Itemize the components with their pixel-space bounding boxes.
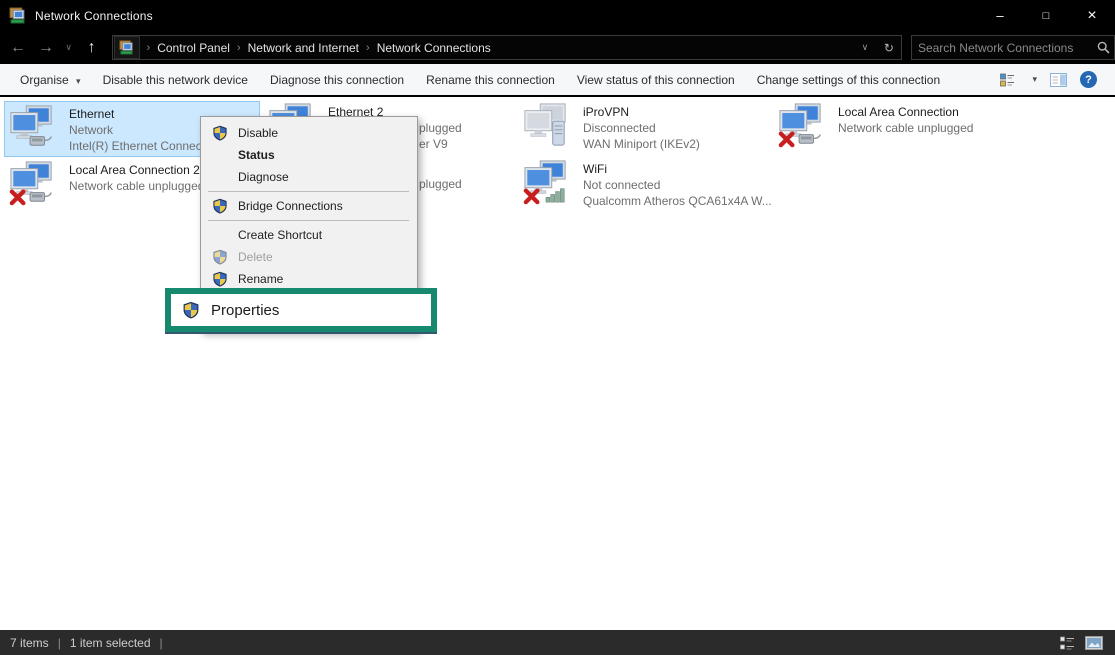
items-count: 7 items [10, 636, 49, 650]
menu-item-create-shortcut[interactable]: Create Shortcut [201, 224, 417, 246]
minimize-button[interactable]: – [977, 0, 1023, 31]
crumb-separator-icon: › [230, 42, 248, 54]
connection-tile-iprovpn[interactable]: iProVPN Disconnected WAN Miniport (IKEv2… [523, 102, 773, 152]
connection-name: iProVPN [583, 104, 700, 120]
forward-button[interactable]: → [32, 39, 60, 57]
status-bar: 7 items | 1 item selected | [0, 630, 1115, 655]
connection-device: Intel(R) Ethernet Connect [69, 138, 205, 154]
search-input[interactable] [912, 41, 1092, 55]
breadcrumb-network-connections[interactable]: Network Connections [377, 41, 491, 55]
uac-shield-icon [201, 125, 238, 141]
connection-name: Local Area Connection 2 [69, 162, 204, 178]
occluded-text-fragment: plugged [419, 120, 462, 136]
connection-device: WAN Miniport (IKEv2) [583, 136, 700, 152]
menu-item-delete: Delete [201, 246, 417, 268]
menu-item-properties-highlighted[interactable]: Properties [165, 288, 437, 332]
connection-name: Ethernet [69, 106, 205, 122]
change-settings-command[interactable]: Change settings of this connection [757, 73, 940, 87]
connection-status: Network cable unplugged [838, 120, 973, 136]
organise-caret-icon: ▾ [76, 76, 81, 86]
up-button[interactable]: ↑ [78, 39, 106, 57]
menu-item-status[interactable]: Status [201, 144, 417, 166]
preview-pane-icon[interactable] [1050, 73, 1067, 87]
search-box[interactable] [911, 35, 1115, 60]
search-icon[interactable] [1092, 41, 1114, 54]
network-connections-app-icon [9, 7, 26, 24]
view-status-command[interactable]: View status of this connection [577, 73, 735, 87]
title-bar: Network Connections – □ × [0, 0, 1115, 31]
crumb-separator-icon: › [359, 42, 377, 54]
uac-shield-icon [201, 198, 238, 214]
connection-status: Network cable unplugged [69, 178, 204, 194]
status-divider: | [151, 636, 172, 650]
thumbnail-view-toggle-icon[interactable] [1085, 636, 1103, 650]
crumb-separator-icon: › [140, 42, 158, 54]
connection-name: Local Area Connection [838, 104, 973, 120]
status-divider: | [49, 636, 70, 650]
menu-item-disable[interactable]: Disable [201, 122, 417, 144]
disable-device-command[interactable]: Disable this network device [103, 73, 248, 87]
uac-shield-icon [171, 301, 211, 319]
ethernet-connected-icon [9, 104, 55, 150]
occluded-text-fragment: er V9 [419, 136, 448, 152]
menu-item-rename[interactable]: Rename [201, 268, 417, 290]
rename-connection-command[interactable]: Rename this connection [426, 73, 555, 87]
maximize-button[interactable]: □ [1023, 0, 1069, 31]
connection-tile-wifi[interactable]: WiFi Not connected Qualcomm Atheros QCA6… [523, 159, 773, 209]
details-list-view-toggle-icon[interactable] [1060, 636, 1075, 650]
menu-separator [208, 191, 409, 192]
ethernet-unplugged-icon [778, 102, 824, 148]
occluded-text-fragment: plugged [419, 176, 462, 192]
menu-separator [208, 220, 409, 221]
connection-status: Disconnected [583, 120, 700, 136]
connection-device: Qualcomm Atheros QCA61x4A W... [583, 193, 772, 209]
properties-label: Properties [211, 302, 279, 319]
connection-status: Network [69, 122, 205, 138]
command-toolbar: Organise ▾ Disable this network device D… [0, 64, 1115, 97]
selection-count: 1 item selected [70, 636, 151, 650]
breadcrumb-network-and-internet[interactable]: Network and Internet [248, 41, 359, 55]
close-button[interactable]: × [1069, 0, 1115, 31]
connection-name: WiFi [583, 161, 772, 177]
details-view-icon[interactable] [1000, 73, 1015, 87]
address-bar[interactable]: › Control Panel › Network and Internet ›… [112, 35, 902, 60]
vpn-disconnected-icon [523, 102, 569, 148]
diagnose-connection-command[interactable]: Diagnose this connection [270, 73, 404, 87]
uac-shield-icon [201, 271, 238, 287]
menu-item-diagnose[interactable]: Diagnose [201, 166, 417, 188]
connection-tile-local-area-connection[interactable]: Local Area Connection Network cable unpl… [778, 102, 1018, 148]
uac-shield-icon [201, 249, 238, 265]
wifi-not-connected-icon [523, 159, 569, 205]
connections-list: Ethernet Network Intel(R) Ethernet Conne… [0, 97, 1115, 630]
back-button[interactable]: ← [4, 39, 32, 57]
address-dropdown-icon[interactable]: ∨ [853, 42, 877, 53]
location-icon [114, 36, 140, 59]
history-dropdown-icon[interactable]: ∨ [60, 42, 78, 53]
menu-item-bridge-connections[interactable]: Bridge Connections [201, 195, 417, 217]
organise-button[interactable]: Organise ▾ [20, 73, 81, 87]
navigation-bar: ← → ∨ ↑ › Control Panel › Network and In… [0, 31, 1115, 64]
connection-status: Not connected [583, 177, 772, 193]
window-title: Network Connections [35, 9, 153, 23]
ethernet-unplugged-icon [9, 160, 55, 206]
view-dropdown-icon[interactable]: ▾ [1032, 74, 1037, 85]
breadcrumb-control-panel[interactable]: Control Panel [157, 41, 230, 55]
refresh-icon[interactable]: ↻ [877, 41, 901, 55]
help-icon[interactable]: ? [1080, 71, 1097, 88]
